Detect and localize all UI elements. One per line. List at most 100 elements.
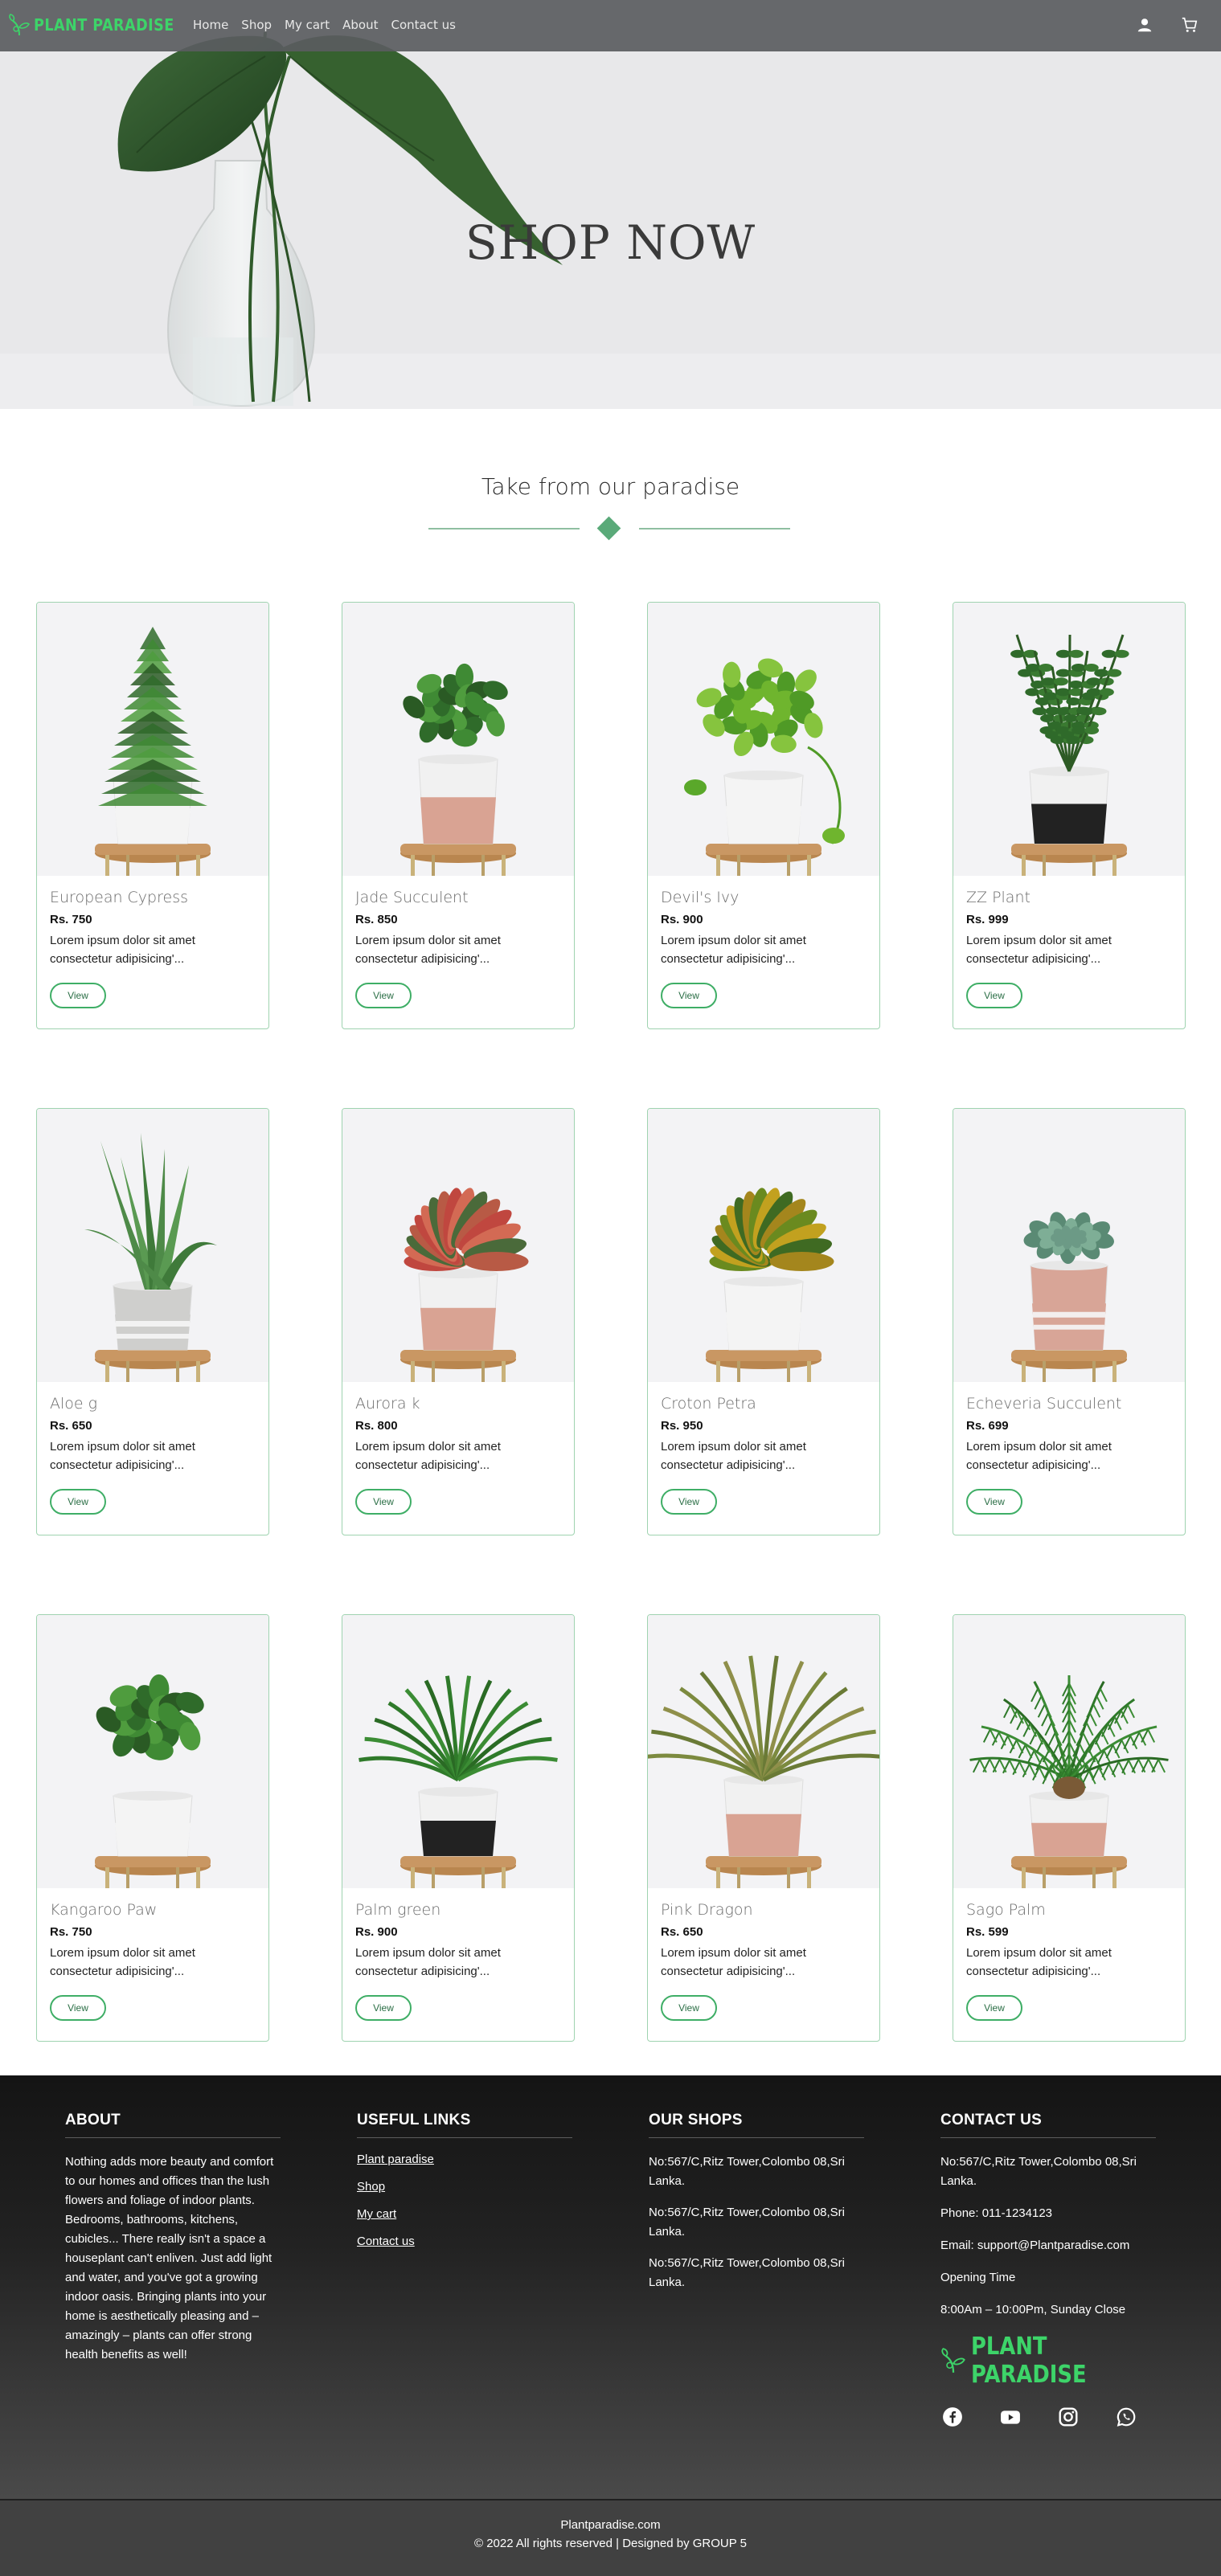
view-button[interactable]: View xyxy=(966,983,1022,1008)
footer-link-my-cart[interactable]: My cart xyxy=(357,2207,572,2221)
product-card[interactable]: Echeveria Succulent Rs. 699 Lorem ipsum do… xyxy=(953,1108,1186,1535)
product-card[interactable]: Kangaroo Paw Rs. 750 Lorem ipsum dolor sit… xyxy=(36,1614,269,2042)
footer-logo: PLANT PARADISE xyxy=(940,2333,1156,2389)
product-image[interactable] xyxy=(342,1615,574,1888)
copyright-bar: Plantparadise.com © 2022 All rights rese… xyxy=(0,2499,1221,2576)
view-button[interactable]: View xyxy=(355,1995,412,2021)
plant-image xyxy=(648,1615,879,1888)
brand-name: PLANT PARADISE xyxy=(34,15,174,35)
product-card-body: Aurora k Rs. 800 Lorem ipsum dolor sit ame… xyxy=(342,1382,574,1515)
footer-about-title: ABOUT xyxy=(65,2112,281,2138)
product-description: Lorem ipsum dolor sit amet consectetur a… xyxy=(966,1946,1112,1978)
plant-image xyxy=(953,1615,1185,1888)
view-button[interactable]: View xyxy=(661,1995,717,2021)
plant-image xyxy=(342,1109,574,1382)
product-image[interactable] xyxy=(342,1109,574,1382)
product-card[interactable]: ZZ Plant Rs. 999 Lorem ipsum dolor sit ame… xyxy=(953,602,1186,1029)
product-price: Rs. 650 xyxy=(50,1419,92,1433)
view-button[interactable]: View xyxy=(50,983,106,1008)
footer-contact-us: CONTACT US No:567/C,Ritz Tower,Colombo 0… xyxy=(940,2112,1156,2427)
product-image[interactable] xyxy=(648,603,879,876)
youtube-icon[interactable] xyxy=(1000,2406,1021,2427)
product-image[interactable] xyxy=(953,603,1185,876)
product-name: Devil's Ivy xyxy=(661,889,740,906)
section-divider xyxy=(428,513,790,541)
product-card[interactable]: Croton Petra Rs. 950 Lorem ipsum dolor sit… xyxy=(647,1108,880,1535)
nav-link-shop[interactable]: Shop xyxy=(241,18,272,32)
footer-link-plant-paradise[interactable]: Plant paradise xyxy=(357,2153,572,2166)
product-card[interactable]: European Cypress Rs. 750 Lorem ipsum dolor… xyxy=(36,602,269,1029)
plant-image xyxy=(648,1109,879,1382)
cart-icon[interactable] xyxy=(1181,16,1198,34)
whatsapp-icon[interactable] xyxy=(1116,2406,1137,2427)
footer-about: ABOUT Nothing adds more beauty and comfo… xyxy=(65,2112,281,2365)
copyright-site: Plantparadise.com xyxy=(560,2518,661,2532)
footer-our-shops: OUR SHOPS No:567/C,Ritz Tower,Colombo 08… xyxy=(649,2112,864,2304)
section-heading: Take from our paradise xyxy=(0,473,1221,602)
product-price: Rs. 900 xyxy=(355,1925,398,1939)
nav-link-contact[interactable]: Contact us xyxy=(391,18,455,32)
social-links xyxy=(942,2406,1156,2427)
product-image[interactable] xyxy=(953,1615,1185,1888)
product-card[interactable]: Jade Succulent Rs. 850 Lorem ipsum dolor s… xyxy=(342,602,575,1029)
divider-line-left xyxy=(428,528,580,530)
product-card[interactable]: Palm green Rs. 900 Lorem ipsum dolor sit a… xyxy=(342,1614,575,2042)
view-button[interactable]: View xyxy=(966,1489,1022,1515)
footer-link-contact[interactable]: Contact us xyxy=(357,2235,572,2248)
brand-logo[interactable]: PLANT PARADISE xyxy=(8,13,194,37)
product-price: Rs. 650 xyxy=(661,1925,703,1939)
nav-link-home[interactable]: Home xyxy=(193,18,228,32)
view-button[interactable]: View xyxy=(50,1489,106,1515)
copyright-text: © 2022 All rights reserved | Designed by… xyxy=(473,2537,747,2550)
product-name: European Cypress xyxy=(50,889,188,906)
product-description: Lorem ipsum dolor sit amet consectetur a… xyxy=(355,1946,501,1978)
user-icon[interactable] xyxy=(1136,16,1153,34)
product-image[interactable] xyxy=(37,603,268,876)
product-card[interactable]: Aloe g Rs. 650 Lorem ipsum dolor sit amet … xyxy=(36,1108,269,1535)
product-description: Lorem ipsum dolor sit amet consectetur a… xyxy=(661,1946,806,1978)
view-button[interactable]: View xyxy=(966,1995,1022,2021)
contact-address: No:567/C,Ritz Tower,Colombo 08,Sri Lanka… xyxy=(940,2155,1137,2188)
footer-links-title: USEFUL LINKS xyxy=(357,2112,572,2138)
product-price: Rs. 750 xyxy=(50,1925,92,1939)
footer-contact-title: CONTACT US xyxy=(940,2112,1156,2138)
view-button[interactable]: View xyxy=(50,1995,106,2021)
product-description: Lorem ipsum dolor sit amet consectetur a… xyxy=(661,1440,806,1472)
opening-time-label: Opening Time xyxy=(940,2271,1016,2284)
product-price: Rs. 699 xyxy=(966,1419,1009,1433)
plant-image xyxy=(37,1615,268,1888)
plant-image xyxy=(37,1109,268,1382)
instagram-icon[interactable] xyxy=(1058,2406,1079,2427)
product-image[interactable] xyxy=(37,1109,268,1382)
product-card-body: Devil's Ivy Rs. 900 Lorem ipsum dolor sit … xyxy=(648,876,879,1008)
footer-about-text: Nothing adds more beauty and comfort to … xyxy=(65,2155,274,2361)
product-image[interactable] xyxy=(953,1109,1185,1382)
product-image[interactable] xyxy=(37,1615,268,1888)
contact-phone: Phone: 011-1234123 xyxy=(940,2206,1053,2220)
product-description: Lorem ipsum dolor sit amet consectetur a… xyxy=(966,1440,1112,1472)
view-button[interactable]: View xyxy=(661,983,717,1008)
product-card[interactable]: Devil's Ivy Rs. 900 Lorem ipsum dolor sit … xyxy=(647,602,880,1029)
footer-link-shop[interactable]: Shop xyxy=(357,2180,572,2194)
product-card-body: Aloe g Rs. 650 Lorem ipsum dolor sit amet … xyxy=(37,1382,268,1515)
plant-image xyxy=(37,603,268,876)
contact-email: Email: support@Plantparadise.com xyxy=(940,2239,1130,2252)
product-description: Lorem ipsum dolor sit amet consectetur a… xyxy=(661,934,806,966)
product-card-body: Pink Dragon Rs. 650 Lorem ipsum dolor sit … xyxy=(648,1888,879,2021)
product-image[interactable] xyxy=(342,603,574,876)
product-name: ZZ Plant xyxy=(966,889,1030,906)
view-button[interactable]: View xyxy=(355,983,412,1008)
product-image[interactable] xyxy=(648,1109,879,1382)
facebook-icon[interactable] xyxy=(942,2406,963,2427)
product-card-body: Jade Succulent Rs. 850 Lorem ipsum dolor s… xyxy=(342,876,574,1008)
nav-link-my-cart[interactable]: My cart xyxy=(285,18,330,32)
view-button[interactable]: View xyxy=(355,1489,412,1515)
view-button[interactable]: View xyxy=(661,1489,717,1515)
product-card[interactable]: Sago Palm Rs. 599 Lorem ipsum dolor sit am… xyxy=(953,1614,1186,2042)
nav-link-about[interactable]: About xyxy=(342,18,378,32)
nav-icons xyxy=(1136,16,1198,34)
product-card[interactable]: Aurora k Rs. 800 Lorem ipsum dolor sit ame… xyxy=(342,1108,575,1535)
product-name: Echeveria Succulent xyxy=(966,1395,1122,1413)
product-card[interactable]: Pink Dragon Rs. 650 Lorem ipsum dolor sit … xyxy=(647,1614,880,2042)
product-image[interactable] xyxy=(648,1615,879,1888)
